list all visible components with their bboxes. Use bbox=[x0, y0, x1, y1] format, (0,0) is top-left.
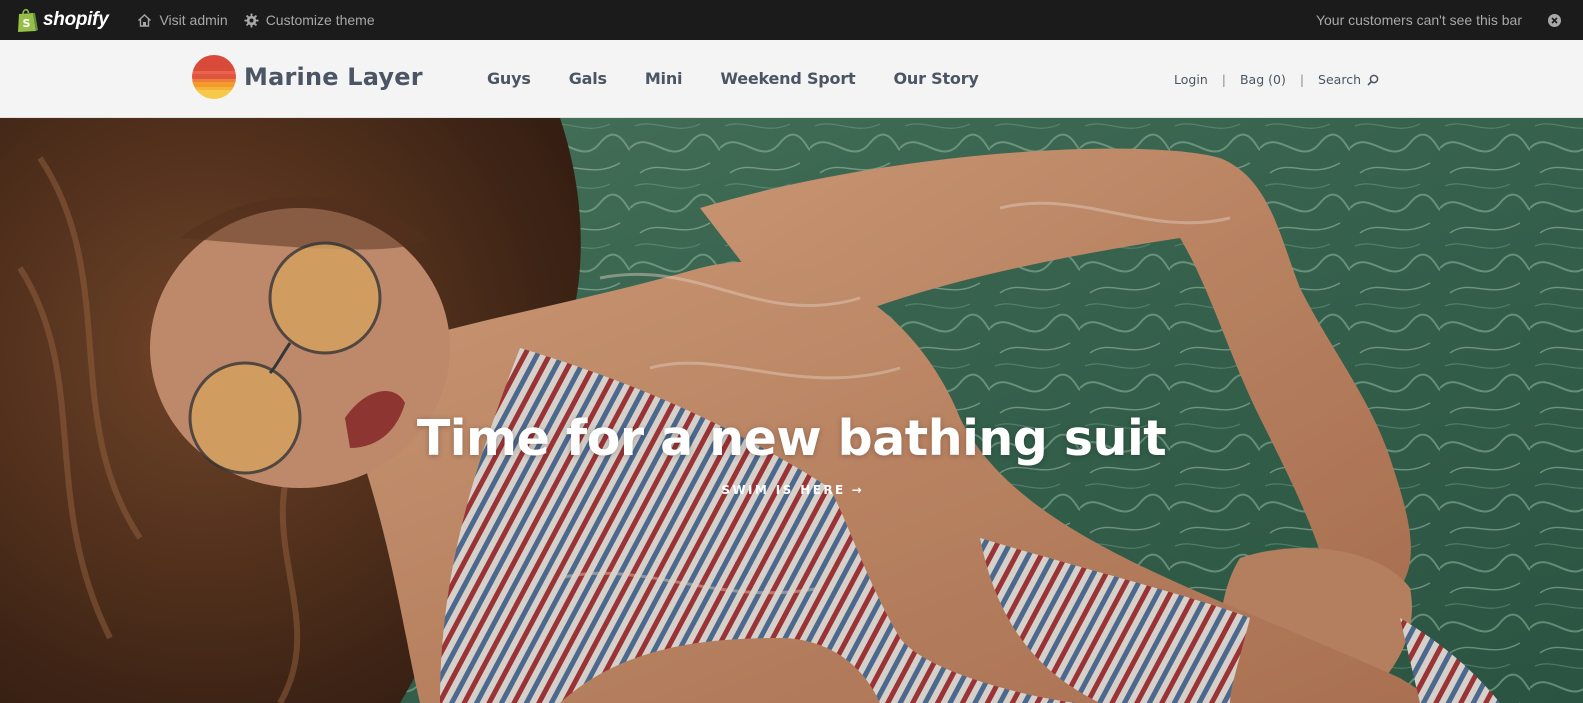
main-nav: Guys Gals Mini Weekend Sport Our Story bbox=[487, 69, 1017, 88]
separator: | bbox=[1221, 72, 1226, 87]
nav-item-weekend-sport[interactable]: Weekend Sport bbox=[720, 69, 855, 88]
visit-admin-link[interactable]: Visit admin bbox=[137, 12, 228, 28]
nav-item-mini[interactable]: Mini bbox=[645, 69, 683, 88]
sunset-logo-icon bbox=[192, 55, 236, 99]
bag-link[interactable]: Bag (0) bbox=[1240, 72, 1286, 87]
admin-bar-notice: Your customers can't see this bar bbox=[1315, 12, 1522, 28]
shopify-wordmark: shopify bbox=[43, 9, 109, 30]
gear-icon bbox=[244, 12, 259, 28]
close-icon[interactable] bbox=[1548, 13, 1561, 27]
brand-name: Marine Layer bbox=[244, 63, 423, 91]
separator: | bbox=[1299, 72, 1305, 87]
store-header: Marine Layer Guys Gals Mini Weekend Spor… bbox=[0, 40, 1583, 118]
brand-logo-link[interactable]: Marine Layer bbox=[192, 55, 423, 99]
search-link[interactable]: Search bbox=[1318, 72, 1379, 87]
shopify-logo[interactable]: S shopify bbox=[16, 7, 109, 33]
customize-theme-label: Customize theme bbox=[265, 12, 375, 28]
shopify-bag-icon: S bbox=[18, 8, 38, 32]
hero-cta-link[interactable]: SWIM IS HERE → bbox=[0, 483, 1583, 497]
utility-nav: Login | Bag (0) | Search bbox=[1174, 72, 1379, 87]
home-icon bbox=[138, 13, 152, 27]
search-icon bbox=[1367, 74, 1379, 86]
hero-title: Time for a new bathing suit bbox=[416, 410, 1167, 467]
arrow-right-icon: → bbox=[851, 483, 862, 497]
visit-admin-label: Visit admin bbox=[159, 12, 228, 28]
hero-banner[interactable]: Time for a new bathing suit SWIM IS HERE… bbox=[0, 118, 1583, 703]
hero-cta-label: SWIM IS HERE bbox=[721, 483, 846, 497]
nav-item-our-story[interactable]: Our Story bbox=[893, 69, 978, 88]
customize-theme-link[interactable]: Customize theme bbox=[244, 12, 375, 28]
nav-item-gals[interactable]: Gals bbox=[569, 69, 607, 88]
search-label: Search bbox=[1318, 72, 1361, 87]
login-link[interactable]: Login bbox=[1174, 72, 1208, 87]
shopify-admin-bar: S shopify Visit admin Customize theme Yo… bbox=[0, 0, 1583, 40]
svg-text:S: S bbox=[23, 17, 31, 30]
nav-item-guys[interactable]: Guys bbox=[487, 69, 531, 88]
